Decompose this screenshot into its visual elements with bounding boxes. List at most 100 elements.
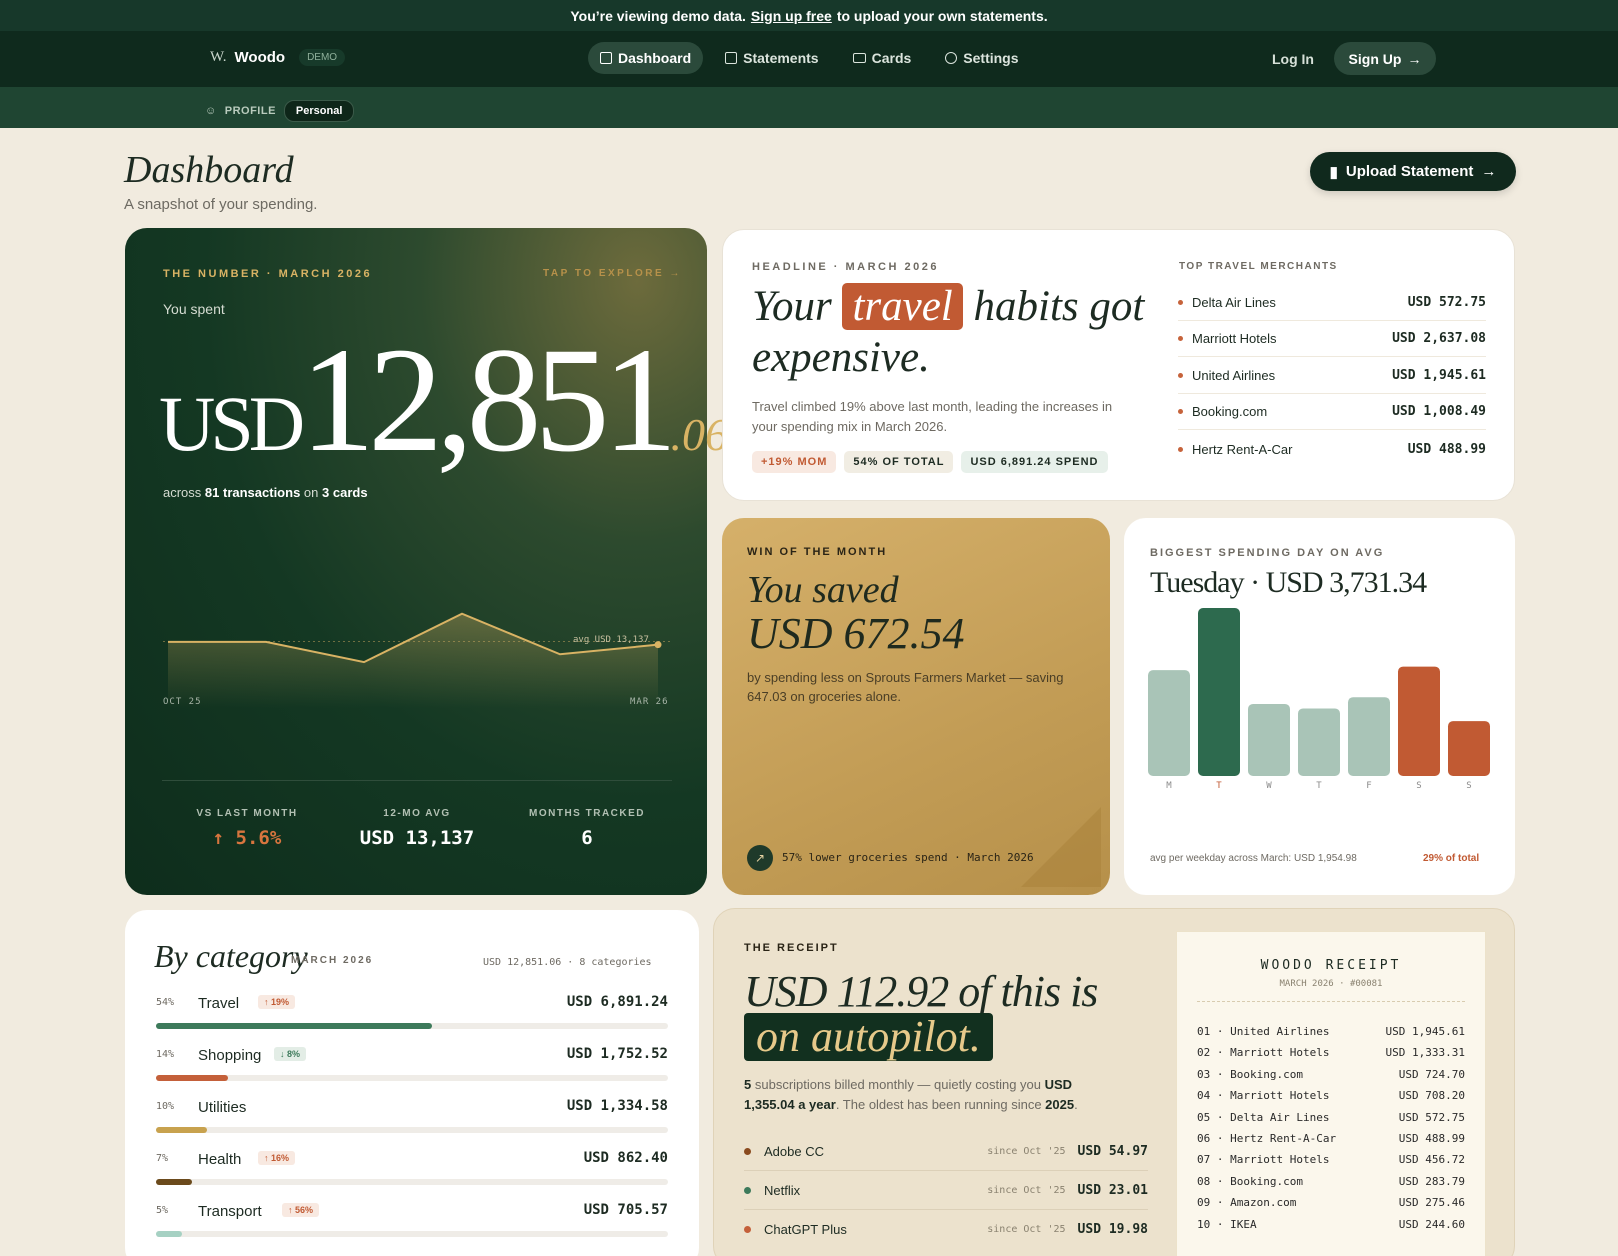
headline-l1a: Your <box>752 283 832 330</box>
bullet-icon <box>1178 409 1183 414</box>
category-row[interactable]: 5% Transport ↑ 56% USD 705.57 <box>156 1198 668 1240</box>
subscription-name: ChatGPT Plus <box>764 1221 847 1237</box>
signup-link[interactable]: Sign up free <box>751 8 832 24</box>
subscription-value: USD 54.97 <box>1077 1144 1148 1159</box>
receipt-line-name: 09 · Amazon.com <box>1197 1196 1297 1210</box>
weekday-bar[interactable] <box>1298 708 1340 776</box>
category-row[interactable]: 10% Utilities USD 1,334.58 <box>156 1094 668 1136</box>
category-row[interactable]: 14% Shopping ↓ 8% USD 1,752.52 <box>156 1042 668 1084</box>
category-change: ↓ 8% <box>274 1047 307 1061</box>
profile-label: PROFILE <box>224 105 276 117</box>
divider <box>1197 1001 1465 1002</box>
subscription-row[interactable]: Netflix since Oct '25 USD 23.01 <box>744 1172 1148 1210</box>
stat-label: 12-MO AVG <box>383 808 451 819</box>
category-row[interactable]: 7% Health ↑ 16% USD 862.40 <box>156 1146 668 1188</box>
upload-label: Upload Statement <box>1345 163 1474 180</box>
stat-vs-last-month: VS LAST MONTH ↑ 5.6% <box>162 808 332 849</box>
nav-dashboard-label: Dashboard <box>618 50 692 66</box>
category-month: MARCH 2026 <box>291 955 374 966</box>
weekday-bar[interactable] <box>1248 703 1290 776</box>
across-text: across <box>163 485 202 500</box>
subscription-since: since Oct '25 <box>987 1223 1066 1235</box>
weekday-label: T <box>1216 781 1222 788</box>
weekday-bar[interactable] <box>1448 721 1490 776</box>
weekday-label: F <box>1366 781 1371 788</box>
stat-value: ↑ 5.6% <box>212 827 282 849</box>
tap-to-explore[interactable]: TAP TO EXPLORE → <box>543 268 682 279</box>
demo-badge: DEMO <box>299 49 346 66</box>
nav-statements[interactable]: Statements <box>713 42 830 74</box>
cards-count: 3 cards <box>322 485 368 500</box>
receipt-label: THE RECEIPT <box>744 942 839 954</box>
receipt-line: 09 · Amazon.com USD 275.46 <box>1197 1196 1465 1209</box>
nav-dashboard[interactable]: Dashboard <box>588 42 704 74</box>
nav-cards[interactable]: Cards <box>841 42 924 74</box>
number-stats: VS LAST MONTH ↑ 5.6% 12-MO AVG USD 13,137 … <box>162 808 672 849</box>
merchant-row[interactable]: United Airlines USD 1,945.61 <box>1178 358 1486 394</box>
subscription-name: Adobe CC <box>764 1144 824 1159</box>
nav-settings[interactable]: Settings <box>933 42 1030 74</box>
weekday-bar[interactable] <box>1348 697 1390 776</box>
profile-pill[interactable]: Personal <box>283 100 355 122</box>
merchant-name: Delta Air Lines <box>1192 295 1276 310</box>
stat-12mo-avg: 12-MO AVG USD 13,137 <box>332 808 502 849</box>
weekday-bar[interactable] <box>1148 670 1190 776</box>
weekday-bar[interactable] <box>1198 608 1240 776</box>
win-l2: USD 672.54 <box>747 609 965 658</box>
oldest-year: 2025 <box>1045 1097 1075 1112</box>
login-link[interactable]: Log In <box>1272 51 1314 67</box>
merchant-name: Hertz Rent-A-Car <box>1192 441 1293 457</box>
category-total: USD 12,851.06 · 8 categories <box>483 957 652 968</box>
merchant-row[interactable]: Marriott Hotels USD 2,637.08 <box>1178 321 1486 357</box>
merchant-row[interactable]: Hertz Rent-A-Car USD 488.99 <box>1178 431 1486 467</box>
receipt-line-value: USD 456.72 <box>1398 1153 1465 1167</box>
subscription-row[interactable]: ChatGPT Plus since Oct '25 USD 19.98 <box>744 1210 1148 1248</box>
main-nav: Dashboard Statements Cards Settings <box>588 42 1031 74</box>
merchant-value: USD 2,637.08 <box>1392 331 1486 346</box>
category-value: USD 862.40 <box>583 1150 668 1166</box>
category-name: Utilities <box>198 1099 247 1116</box>
receipt-line: 08 · Booking.com USD 283.79 <box>1197 1175 1465 1188</box>
receipt-body-text2: . The oldest has been running since <box>835 1097 1042 1112</box>
weekday-label: W <box>1266 781 1272 788</box>
bullet-icon <box>744 1225 751 1233</box>
win-l1: You saved <box>747 569 899 611</box>
merchant-row[interactable]: Delta Air Lines USD 572.75 <box>1178 285 1486 321</box>
category-bar-fill <box>156 1231 182 1237</box>
subscription-row[interactable]: Adobe CC since Oct '25 USD 54.97 <box>744 1133 1148 1171</box>
page-title: Dashboard <box>124 149 294 191</box>
category-row[interactable]: 54% Travel ↑ 19% USD 6,891.24 <box>156 990 668 1032</box>
category-change: ↑ 16% <box>258 1151 296 1165</box>
the-number-card[interactable]: THE NUMBER · MARCH 2026 TAP TO EXPLORE →… <box>125 228 728 895</box>
period: . <box>1074 1097 1078 1112</box>
category-name: Health <box>198 1151 242 1168</box>
win-foot: 57% lower groceries spend · March 2026 <box>782 851 1034 864</box>
merchant-row[interactable]: Booking.com USD 1,008.49 <box>1178 394 1486 430</box>
sparkline-area <box>168 613 658 708</box>
category-change: ↑ 56% <box>282 1203 320 1217</box>
category-bar-track <box>156 1179 668 1185</box>
receipt-line-name: 08 · Booking.com <box>1197 1174 1303 1188</box>
merchant-value: USD 488.99 <box>1407 441 1486 457</box>
logo[interactable]: W. Woodo DEMO <box>210 49 346 66</box>
receipt-line: 07 · Marriott Hotels USD 456.72 <box>1197 1153 1465 1166</box>
merchants-label: TOP TRAVEL MERCHANTS <box>1179 261 1338 272</box>
signup-button[interactable]: Sign Up → <box>1334 42 1436 75</box>
total-amount: USD12,851.06 <box>159 314 728 486</box>
weekday-bar[interactable] <box>1398 666 1440 776</box>
receipt-line-value: USD 275.46 <box>1398 1196 1465 1210</box>
category-bar-fill <box>156 1179 192 1185</box>
win-label: WIN OF THE MONTH <box>747 546 888 558</box>
receipt-line-value: USD 724.70 <box>1398 1067 1465 1081</box>
receipt-line-value: USD 244.60 <box>1398 1217 1465 1231</box>
receipt-line-value: USD 1,945.61 <box>1385 1025 1465 1038</box>
category-pct: 5% <box>156 1205 169 1216</box>
profile-bar: ☺ PROFILE Personal <box>0 87 1618 128</box>
merchant-name: Booking.com <box>1192 404 1268 419</box>
receipt-line: 02 · Marriott Hotels USD 1,333.31 <box>1197 1046 1465 1059</box>
upload-statement-button[interactable]: ▮ Upload Statement → <box>1310 152 1516 191</box>
category-bar-fill <box>156 1075 228 1081</box>
receipt-line-name: 02 · Marriott Hotels <box>1197 1046 1330 1060</box>
category-bar-fill <box>156 1023 433 1029</box>
receipt-line: 03 · Booking.com USD 724.70 <box>1197 1068 1465 1081</box>
